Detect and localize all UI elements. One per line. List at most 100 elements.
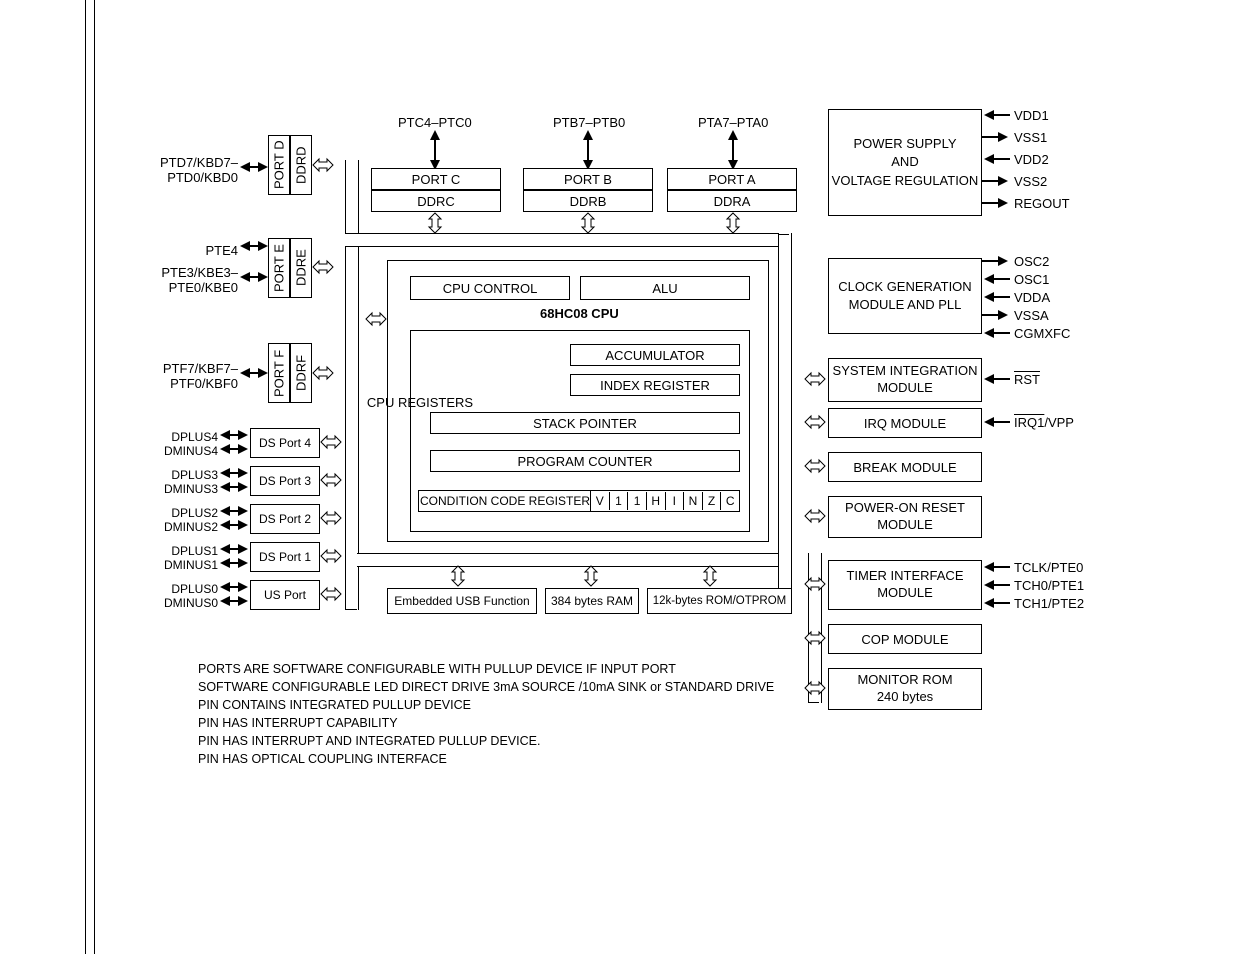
box-dsport3: DS Port 3 [250, 466, 320, 496]
bus-mon [804, 679, 826, 697]
label-pte: PTE3/KBE3– PTE0/KBE0 [130, 265, 238, 295]
lbl-dplus4: DPLUS4 [158, 430, 218, 444]
box-dsport4: DS Port 4 [250, 428, 320, 458]
lbl-dminus3: DMINUS3 [152, 482, 218, 496]
lbl-dplus1: DPLUS1 [158, 544, 218, 558]
box-power: POWER SUPPLY AND VOLTAGE REGULATION [828, 109, 982, 216]
bus-top [345, 233, 790, 247]
pin-rst: RST [1014, 372, 1040, 387]
box-tim: TIMER INTERFACE MODULE [828, 560, 982, 610]
box-dsport1: DS Port 1 [250, 542, 320, 572]
box-break: BREAK MODULE [828, 452, 982, 482]
box-dsport2: DS Port 2 [250, 504, 320, 534]
pin-vss2: VSS2 [1014, 174, 1047, 189]
label-ptc: PTC4–PTC0 [398, 115, 472, 130]
pin-tch0: TCH0/PTE1 [1014, 578, 1084, 593]
bus-cpu [365, 310, 387, 328]
pin-vss1: VSS1 [1014, 130, 1047, 145]
box-sp: STACK POINTER [430, 412, 740, 434]
note-4: PIN HAS INTERRUPT AND INTEGRATED PULLUP … [198, 734, 540, 748]
pin-irq: IRQ1/VPP [1014, 415, 1074, 430]
box-ddrc: DDRC [371, 190, 501, 212]
bus-ddra [724, 212, 742, 234]
box-ccr-label: CONDITION CODE REGISTER [418, 490, 591, 512]
box-idx: INDEX REGISTER [570, 374, 740, 396]
bus-ds4 [320, 433, 342, 451]
note-1: SOFTWARE CONFIGURABLE LED DIRECT DRIVE 3… [198, 680, 774, 694]
box-ddrd: DDRD [290, 135, 312, 195]
box-ddrb: DDRB [523, 190, 653, 212]
bus-ram [582, 565, 600, 587]
bus-ds1 [320, 547, 342, 565]
lbl-dminus2: DMINUS2 [152, 520, 218, 534]
box-cop: COP MODULE [828, 624, 982, 654]
box-sim: SYSTEM INTEGRATION MODULE [828, 358, 982, 402]
box-rom: 12k-bytes ROM/OTPROM [647, 588, 792, 614]
label-ptb: PTB7–PTB0 [553, 115, 625, 130]
lbl-dplus3: DPLUS3 [158, 468, 218, 482]
pin-vdd2: VDD2 [1014, 152, 1049, 167]
box-porte: PORT E [268, 238, 290, 298]
label-cpuregs: CPU REGISTERS [300, 395, 540, 410]
bus-cop [804, 629, 826, 647]
pin-vdda: VDDA [1014, 290, 1050, 305]
bus-usb [449, 565, 467, 587]
box-portc: PORT C [371, 168, 501, 190]
label-ptf: PTF7/KBF7– PTF0/KBF0 [130, 361, 238, 391]
bus-us [320, 585, 342, 603]
box-mon: MONITOR ROM 240 bytes [828, 668, 982, 710]
bus-ds3 [320, 471, 342, 489]
lbl-dplus0: DPLUS0 [158, 582, 218, 596]
pin-vssa: VSSA [1014, 308, 1049, 323]
bus-irq [804, 413, 826, 431]
box-portd: PORT D [268, 135, 290, 195]
box-ram: 384 bytes RAM [545, 588, 639, 614]
label-ptd: PTD7/KBD7– PTD0/KBD0 [130, 155, 238, 185]
box-porta: PORT A [667, 168, 797, 190]
box-acc: ACCUMULATOR [570, 344, 740, 366]
pin-vdd1: VDD1 [1014, 108, 1049, 123]
box-ddre: DDRE [290, 238, 312, 298]
box-por: POWER-ON RESET MODULE [828, 496, 982, 538]
box-alu: ALU [580, 276, 750, 300]
box-ddrf: DDRF [290, 343, 312, 403]
box-pc: PROGRAM COUNTER [430, 450, 740, 472]
box-ccr-bits: V 1 1 H I N Z C [590, 490, 740, 512]
bus-ddrc [426, 212, 444, 234]
bus-portd [312, 156, 334, 174]
box-cpuctrl: CPU CONTROL [410, 276, 570, 300]
box-usb: Embedded USB Function [387, 588, 537, 614]
lbl-dminus0: DMINUS0 [152, 596, 218, 610]
lbl-dminus1: DMINUS1 [152, 558, 218, 572]
bus-left [345, 160, 359, 610]
box-portb: PORT B [523, 168, 653, 190]
label-pte4: PTE4 [170, 243, 238, 258]
bus-sim [804, 370, 826, 388]
bus-rom [701, 565, 719, 587]
bus-break [804, 457, 826, 475]
pin-cgmxfc: CGMXFC [1014, 326, 1070, 341]
bus-ds2 [320, 509, 342, 527]
box-usport: US Port [250, 580, 320, 610]
bus-tim [804, 575, 826, 593]
note-2: PIN CONTAINS INTEGRATED PULLUP DEVICE [198, 698, 471, 712]
label-cpu-title: 68HC08 CPU [540, 306, 619, 321]
bus-porte [312, 258, 334, 276]
pin-tch1: TCH1/PTE2 [1014, 596, 1084, 611]
page-margin [85, 0, 95, 954]
note-5: PIN HAS OPTICAL COUPLING INTERFACE [198, 752, 447, 766]
lbl-dplus2: DPLUS2 [158, 506, 218, 520]
bus-ddrb [579, 212, 597, 234]
box-ddra: DDRA [667, 190, 797, 212]
box-irq: IRQ MODULE [828, 408, 982, 438]
pin-regout: REGOUT [1014, 196, 1070, 211]
note-0: PORTS ARE SOFTWARE CONFIGURABLE WITH PUL… [198, 662, 676, 676]
box-portf: PORT F [268, 343, 290, 403]
box-clock: CLOCK GENERATION MODULE AND PLL [828, 258, 982, 334]
bus-portf [312, 364, 334, 382]
note-3: PIN HAS INTERRUPT CAPABILITY [198, 716, 398, 730]
pin-osc1: OSC1 [1014, 272, 1049, 287]
label-pta: PTA7–PTA0 [698, 115, 768, 130]
bus-por [804, 507, 826, 525]
lbl-dminus4: DMINUS4 [152, 444, 218, 458]
